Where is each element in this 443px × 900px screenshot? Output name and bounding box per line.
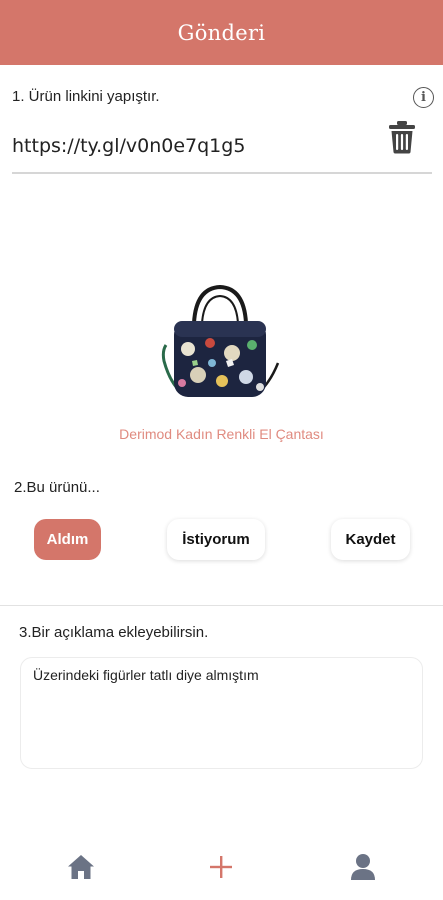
page-title: Gönderi <box>177 20 266 45</box>
product-link-input[interactable] <box>12 130 332 162</box>
add-icon[interactable] <box>206 852 236 882</box>
product-name[interactable]: Derimod Kadın Renkli El Çantası <box>0 426 443 442</box>
option-kaydet-button[interactable]: Kaydet <box>331 519 410 560</box>
option-aldim-button[interactable]: Aldım <box>34 519 101 560</box>
app-header: Gönderi <box>0 0 443 65</box>
product-image <box>152 283 288 405</box>
description-textarea[interactable]: Üzerindeki figürler tatlı diye almıştım <box>20 657 423 769</box>
option-istiyorum-button[interactable]: İstiyorum <box>167 519 265 560</box>
link-underline <box>12 172 432 174</box>
home-icon[interactable] <box>66 852 96 882</box>
bottom-nav <box>0 840 443 900</box>
info-icon[interactable]: i <box>413 87 434 108</box>
step3-label: 3.Bir açıklama ekleyebilirsin. <box>19 624 209 641</box>
section-divider <box>0 605 443 606</box>
step2-label: 2.Bu ürünü... <box>14 479 100 496</box>
profile-icon[interactable] <box>348 852 378 882</box>
trash-icon[interactable] <box>388 120 416 154</box>
step1-label: 1. Ürün linkini yapıştır. <box>12 88 160 105</box>
